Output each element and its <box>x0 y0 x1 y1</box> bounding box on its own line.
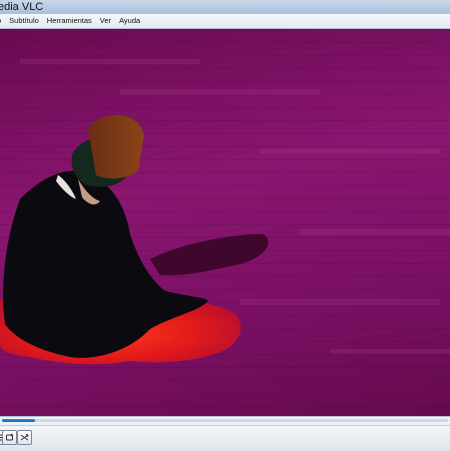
menu-item-subtitle[interactable]: Subtítulo <box>5 14 43 28</box>
video-frame <box>0 59 450 365</box>
shuffle-button[interactable] <box>17 430 32 445</box>
floor-shadow <box>150 234 269 276</box>
window-title-bar[interactable]: edia VLC <box>0 0 450 14</box>
menu-item-tools[interactable]: Herramientas <box>43 14 96 28</box>
loop-button[interactable] <box>2 430 17 445</box>
controls-bar <box>0 425 450 451</box>
shuffle-icon <box>20 434 29 441</box>
fez-hat <box>88 115 144 179</box>
seek-bar[interactable] <box>0 416 450 425</box>
menu-bar: o Subtítulo Herramientas Ver Ayuda <box>0 14 450 29</box>
menu-item-help[interactable]: Ayuda <box>115 14 144 28</box>
seek-progress-fill <box>2 419 36 422</box>
video-display[interactable] <box>0 29 450 416</box>
menu-item-view[interactable]: Ver <box>96 14 115 28</box>
window-title: edia VLC <box>0 1 44 13</box>
seek-track[interactable] <box>2 419 448 422</box>
loop-icon <box>6 433 14 441</box>
